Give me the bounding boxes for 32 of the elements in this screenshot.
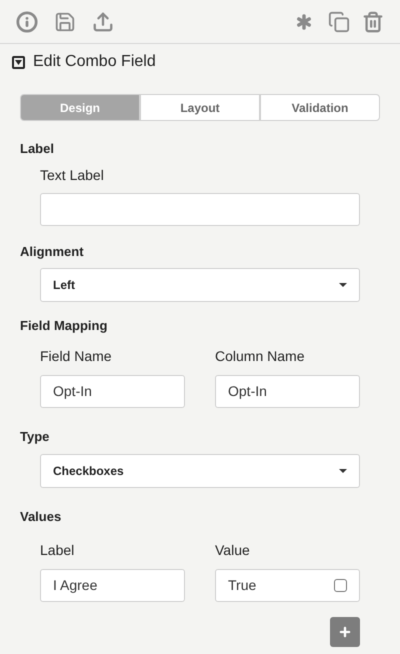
text-field[interactable] (40, 192, 360, 226)
section-heading: Alignment (19, 242, 85, 261)
field-label: Column Name (215, 346, 306, 366)
field-label: Field Name (40, 346, 113, 366)
field-label: Text Label (40, 166, 105, 184)
section-heading: Type (19, 428, 50, 446)
checkbox[interactable] (334, 578, 347, 592)
caret-icon (339, 283, 347, 287)
info-icon[interactable] (16, 10, 38, 32)
collapse-toggle[interactable] (12, 56, 25, 68)
copy-icon[interactable] (328, 10, 350, 32)
tab[interactable]: Validation (260, 94, 380, 121)
text-field[interactable]: Opt-In (40, 374, 185, 408)
field-label: Value (215, 540, 251, 560)
panel-title: Edit Combo Field (33, 52, 156, 72)
value-field[interactable]: True (215, 568, 360, 602)
dropdown[interactable]: Checkboxes (40, 454, 360, 488)
section-heading: Field Mapping (19, 317, 108, 335)
dropdown[interactable]: Left (40, 268, 360, 302)
plus-icon (338, 624, 352, 638)
caret-icon (339, 469, 347, 473)
caret-icon (15, 60, 22, 64)
upload-icon[interactable] (92, 10, 114, 32)
tab[interactable]: Layout (140, 94, 260, 121)
save-icon[interactable] (54, 10, 76, 32)
section-heading: Values (19, 508, 62, 526)
section-heading: Label (19, 140, 55, 158)
add-button[interactable] (330, 616, 360, 646)
delete-icon[interactable] (362, 10, 384, 32)
text-field[interactable]: I Agree (40, 568, 185, 602)
text-field[interactable]: Opt-In (215, 374, 360, 408)
field-label: Label (40, 540, 76, 560)
